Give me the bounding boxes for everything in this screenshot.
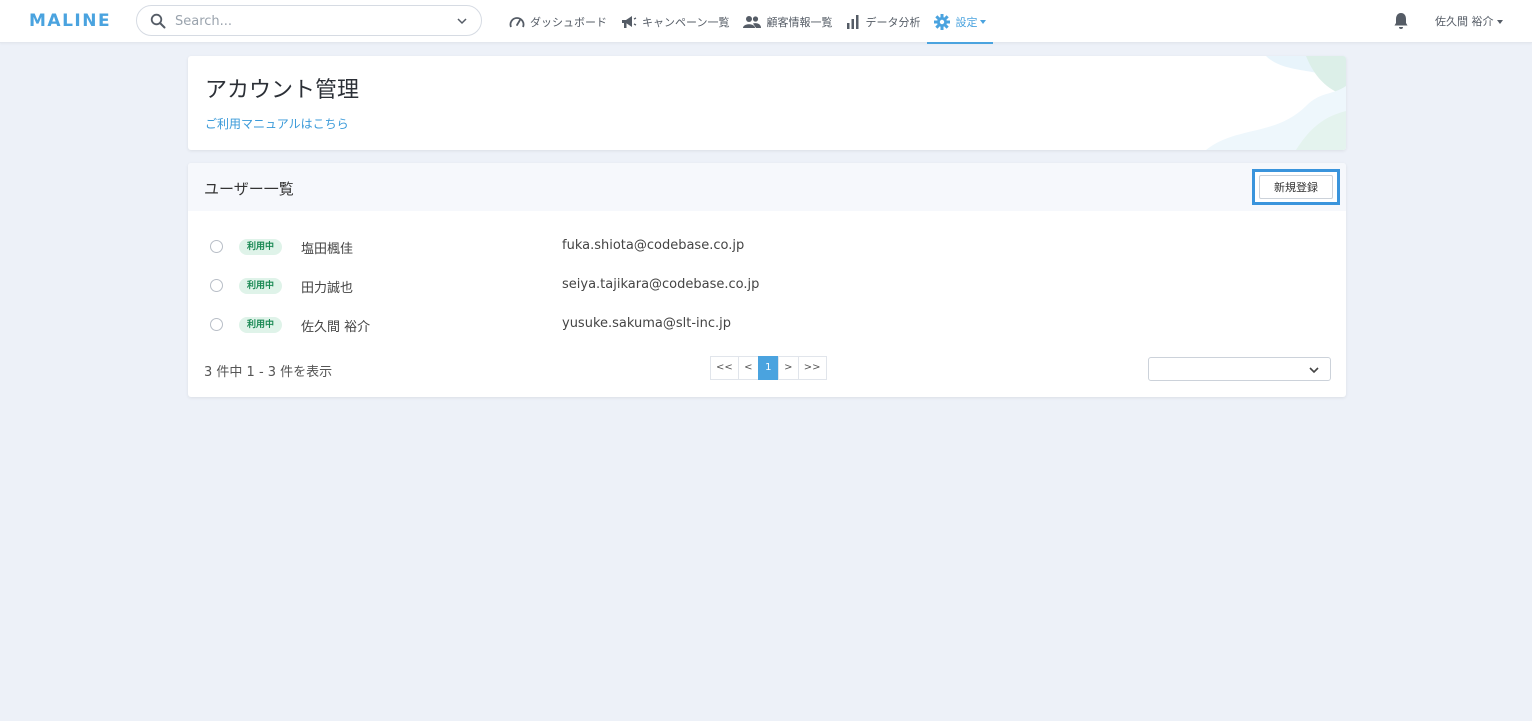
nav-item-label: ダッシュボード bbox=[530, 15, 607, 29]
maline-logo[interactable]: MALINE bbox=[29, 11, 111, 31]
section-title: ユーザー一覧 bbox=[204, 180, 294, 198]
chevron-down-icon bbox=[1309, 367, 1319, 374]
nav-item-campaigns[interactable]: キャンペーン一覧 bbox=[614, 0, 736, 43]
nav-item-label: 顧客情報一覧 bbox=[766, 15, 833, 29]
nav-item-label: キャンペーン一覧 bbox=[642, 15, 730, 29]
user-list-header: ユーザー一覧 新規登録 bbox=[188, 163, 1346, 211]
search-icon bbox=[150, 13, 166, 29]
gauge-icon bbox=[509, 16, 525, 27]
user-name: 田力誠也 bbox=[301, 281, 354, 296]
nav-item-settings[interactable]: 設定 bbox=[927, 0, 994, 44]
user-email: yusuke.sakuma@slt-inc.jp bbox=[562, 316, 732, 331]
nav-item-dashboard[interactable]: ダッシュボード bbox=[502, 0, 614, 43]
user-email: fuka.shiota@codebase.co.jp bbox=[562, 238, 745, 253]
search-box[interactable] bbox=[136, 5, 482, 36]
select-radio[interactable] bbox=[210, 279, 223, 292]
nav-item-customers[interactable]: 顧客情報一覧 bbox=[736, 0, 839, 43]
pagination-last[interactable]: >> bbox=[797, 356, 827, 380]
nav-item-label: データ分析 bbox=[865, 15, 921, 29]
bar-chart-icon bbox=[847, 14, 859, 29]
megaphone-icon bbox=[622, 15, 637, 28]
gear-icon bbox=[934, 13, 951, 30]
user-row[interactable]: 利用中 佐久間 裕介 yusuke.sakuma@slt-inc.jp bbox=[188, 310, 1346, 340]
user-email: seiya.tajikara@codebase.co.jp bbox=[562, 277, 760, 292]
pagination-prev[interactable]: < bbox=[737, 356, 759, 380]
select-radio[interactable] bbox=[210, 318, 223, 331]
page-title: アカウント管理 bbox=[205, 78, 360, 103]
new-registration-highlight: 新規登録 bbox=[1252, 169, 1340, 205]
user-row[interactable]: 利用中 田力誠也 seiya.tajikara@codebase.co.jp bbox=[188, 271, 1346, 301]
caret-down-icon bbox=[1496, 20, 1503, 24]
decorative-wave-graphic bbox=[1206, 56, 1346, 150]
user-menu[interactable]: 佐久間 裕介 bbox=[1435, 13, 1503, 29]
nav-item-analytics[interactable]: データ分析 bbox=[839, 0, 927, 43]
status-badge: 利用中 bbox=[239, 278, 282, 294]
status-badge: 利用中 bbox=[239, 239, 282, 255]
user-name: 佐久間 裕介 bbox=[301, 320, 371, 335]
nav-item-label: 設定 bbox=[955, 15, 978, 29]
users-icon bbox=[743, 15, 762, 28]
top-navbar: MALINE ダッシュボード キャンペーン一覧 bbox=[0, 0, 1532, 44]
select-radio[interactable] bbox=[210, 240, 223, 253]
pagination-page-1[interactable]: 1 bbox=[757, 356, 779, 380]
bell-icon[interactable] bbox=[1393, 12, 1409, 30]
page-header-card: アカウント管理 ご利用マニュアルはこちら bbox=[188, 56, 1346, 150]
chevron-down-icon[interactable] bbox=[456, 15, 468, 27]
pagination-next[interactable]: > bbox=[777, 356, 799, 380]
status-badge: 利用中 bbox=[239, 317, 282, 333]
pagination-first[interactable]: << bbox=[710, 356, 739, 380]
user-name: 佐久間 裕介 bbox=[1435, 15, 1494, 28]
caret-down-icon bbox=[980, 19, 987, 24]
user-name: 塩田楓佳 bbox=[301, 242, 354, 257]
user-list-card: ユーザー一覧 新規登録 利用中 塩田楓佳 fuka.shiota@codebas… bbox=[188, 163, 1346, 397]
new-registration-button[interactable]: 新規登録 bbox=[1259, 175, 1333, 199]
user-row[interactable]: 利用中 塩田楓佳 fuka.shiota@codebase.co.jp bbox=[188, 232, 1346, 262]
result-count: 3 件中 1 - 3 件を表示 bbox=[204, 365, 333, 380]
manual-link[interactable]: ご利用マニュアルはこちら bbox=[205, 115, 349, 132]
pagination: << < 1 > >> bbox=[710, 356, 827, 380]
per-page-select[interactable] bbox=[1148, 357, 1331, 381]
main-menu: ダッシュボード キャンペーン一覧 顧客情報一覧 データ分析 設定 bbox=[502, 0, 994, 44]
search-input[interactable] bbox=[175, 11, 445, 31]
